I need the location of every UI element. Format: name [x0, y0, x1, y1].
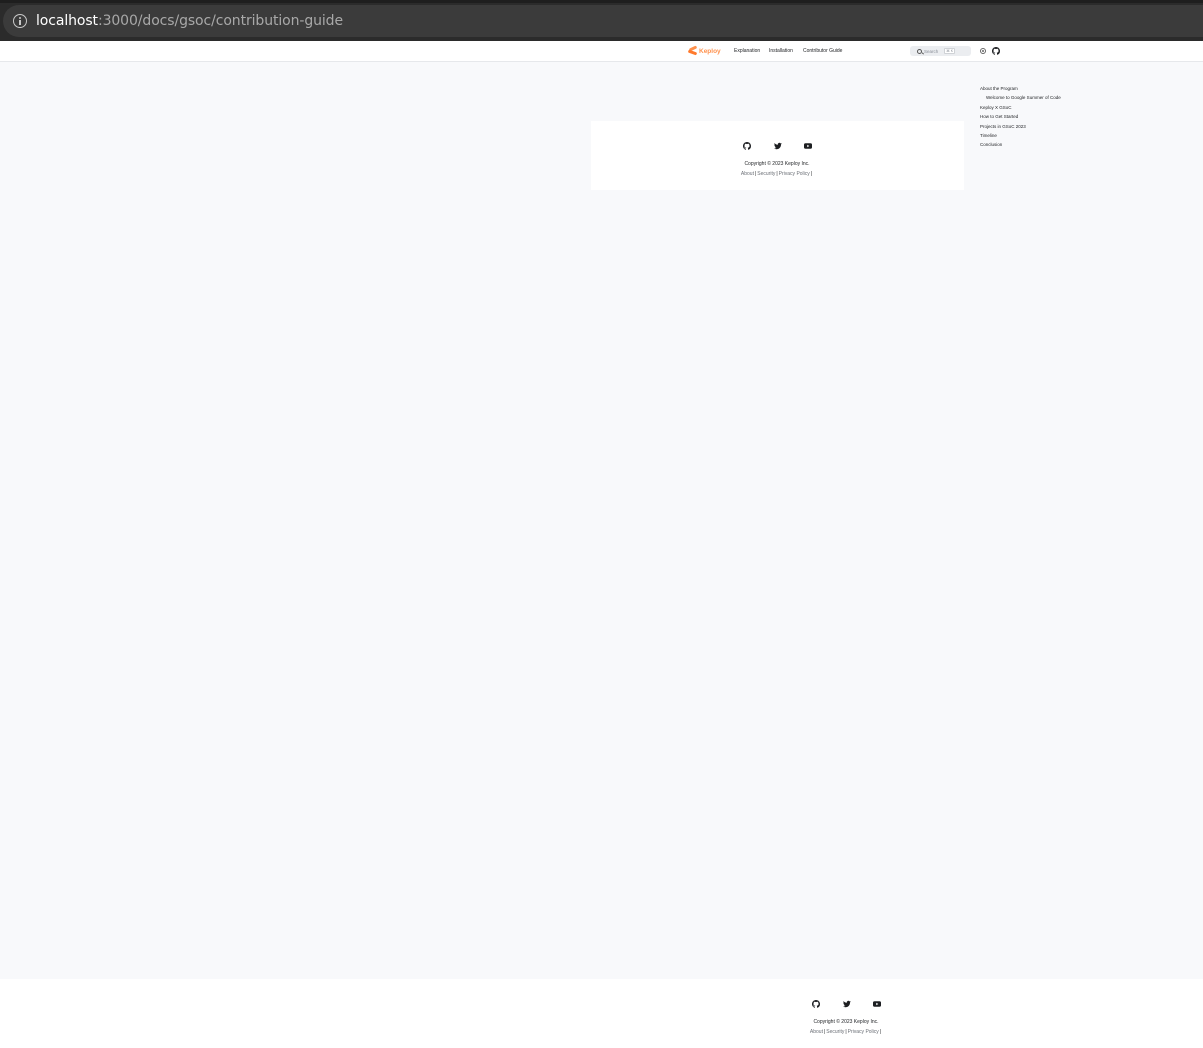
- search-placeholder: Search: [924, 48, 939, 54]
- toc-item-about-the-program[interactable]: About the Program: [980, 84, 1061, 93]
- github-icon[interactable]: [743, 142, 751, 150]
- github-icon[interactable]: [812, 1000, 820, 1008]
- search-shortcut-kbd: ⌘ K: [944, 48, 956, 54]
- footer-link-security[interactable]: Security: [757, 171, 775, 177]
- footer-link-privacy-policy[interactable]: Privacy Policy: [779, 171, 810, 177]
- footer-links: About|Security|Privacy Policy|: [741, 171, 813, 177]
- footer-separator: |: [879, 1029, 882, 1035]
- browser-toolbar: localhost:3000/docs/gsoc/contribution-gu…: [0, 0, 1203, 41]
- url-text[interactable]: localhost:3000/docs/gsoc/contribution-gu…: [36, 13, 343, 29]
- footer-link-about[interactable]: About: [741, 171, 754, 177]
- twitter-icon[interactable]: [774, 142, 782, 150]
- keploy-logo-icon: [688, 46, 698, 56]
- footer-link-privacy-policy[interactable]: Privacy Policy: [848, 1029, 879, 1035]
- footer-links: About|Security|Privacy Policy|: [810, 1029, 882, 1035]
- table-of-contents: About the Program Welcome to Google Summ…: [980, 84, 1061, 150]
- search-icon: [917, 48, 922, 54]
- site-footer: Copyright © 2023 Keploy Inc. About | Secur…: [0, 979, 1203, 1048]
- nav-link-contributor-guide[interactable]: Contributor Guide: [803, 48, 842, 54]
- brand-name: Keploy: [699, 47, 721, 55]
- url-path: :3000/docs/gsoc/contribution-guide: [97, 13, 343, 29]
- github-icon[interactable]: [992, 47, 1000, 55]
- footer-separator: |: [810, 171, 813, 177]
- brand-logo-link[interactable]: Keploy: [688, 44, 721, 58]
- url-host: localhost: [36, 13, 98, 29]
- toc-item-timeline[interactable]: Timeline: [980, 131, 1061, 140]
- toc-item-how-to-get-started[interactable]: How to Get Started: [980, 112, 1061, 121]
- toc-item-conclusion[interactable]: Conclusion: [980, 140, 1061, 149]
- toc-item-projects-in-gsoc-2023[interactable]: Projects in GSoC 2023: [980, 122, 1061, 131]
- copyright-text: Copyright © 2023 Keploy Inc.: [813, 1019, 879, 1025]
- site-navbar: Keploy Explanation Installation Contribu…: [0, 41, 1203, 62]
- search-button[interactable]: Search ⌘ K: [910, 46, 971, 56]
- content-footer: Copyright © 2023 Keploy Inc. About | Secur…: [591, 121, 964, 190]
- youtube-icon[interactable]: [804, 142, 812, 150]
- address-bar[interactable]: localhost:3000/docs/gsoc/contribution-gu…: [3, 5, 1203, 37]
- nav-link-explanation[interactable]: Explanation: [734, 48, 760, 54]
- twitter-icon[interactable]: [843, 1000, 851, 1008]
- youtube-icon[interactable]: [873, 1000, 881, 1008]
- toc-item-keploy-x-gsoc[interactable]: Keploy X GSoC: [980, 103, 1061, 112]
- footer-link-security[interactable]: Security: [826, 1029, 844, 1035]
- theme-toggle-icon[interactable]: [980, 48, 986, 54]
- toc-item-welcome-to-gsoc[interactable]: Welcome to Google Summer of Code: [980, 93, 1061, 102]
- nav-link-installation[interactable]: Installation: [769, 48, 793, 54]
- copyright-text: Copyright © 2023 Keploy Inc.: [744, 161, 810, 167]
- info-icon[interactable]: [13, 14, 27, 28]
- footer-link-about[interactable]: About: [810, 1029, 823, 1035]
